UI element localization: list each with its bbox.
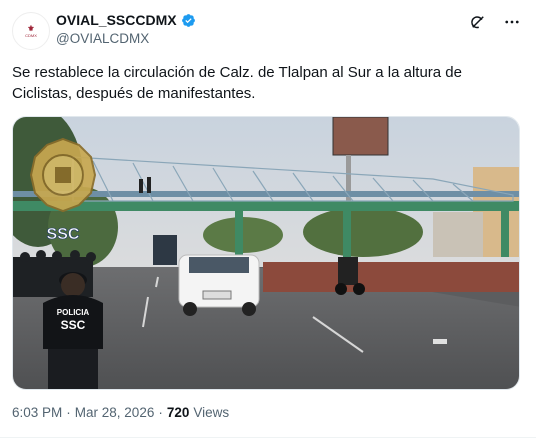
author-display-name[interactable]: OVIAL_SSCCDMX [56, 12, 177, 28]
vest-line1: POLICIA [57, 308, 90, 317]
views-count: 720 [166, 405, 190, 420]
grok-icon[interactable] [468, 12, 488, 32]
avatar-text: CDMX [25, 32, 37, 38]
avatar-logo-icon: ⚜ [27, 23, 35, 33]
avatar[interactable]: ⚜ CDMX [12, 12, 50, 50]
author-handle[interactable]: @OVIALCDMX [56, 31, 149, 46]
author-name-row: OVIAL_SSCCDMX [56, 12, 196, 28]
tweet-actions [468, 12, 522, 32]
tweet-text: Se restablece la circulación de Calz. de… [12, 64, 462, 102]
more-icon[interactable] [502, 12, 522, 32]
verified-badge-icon [181, 13, 195, 27]
tweet-meta: 6:03 PM · Mar 28, 2026 · 720 Views [12, 405, 229, 420]
meta-separator-2: · [158, 405, 163, 420]
tweet-date[interactable]: Mar 28, 2026 [75, 405, 155, 420]
tweet-photo[interactable]: POLICIA SSC SSC [12, 116, 520, 390]
ssc-watermark-text: SSC [47, 226, 80, 243]
views-label: Views [193, 405, 230, 420]
meta-separator: · [66, 405, 71, 420]
vest-line2: SSC [61, 318, 86, 332]
photo-scene: POLICIA SSC SSC [13, 117, 519, 389]
tweet-time[interactable]: 6:03 PM [12, 405, 62, 420]
